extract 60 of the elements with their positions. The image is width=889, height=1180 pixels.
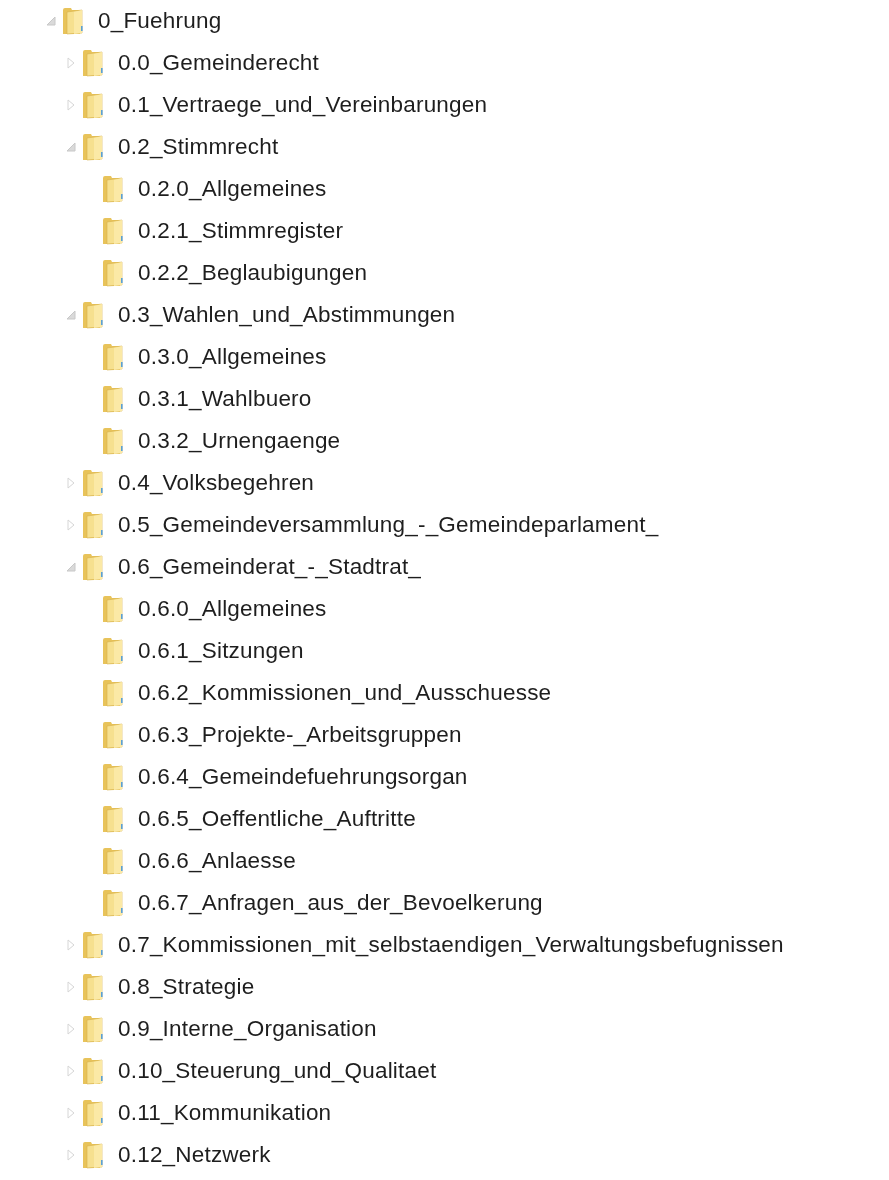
expanded-arrow-icon[interactable] — [64, 140, 78, 154]
folder-icon — [102, 847, 126, 875]
folder-label[interactable]: 0.3.0_Allgemeines — [138, 344, 327, 370]
folder-label[interactable]: 0.7_Kommissionen_mit_selbstaendigen_Verwaltungsbefugnissen — [118, 932, 784, 958]
folder-label[interactable]: 0.6.6_Anlaesse — [138, 848, 296, 874]
folder-icon — [82, 1057, 106, 1085]
folder-icon — [102, 175, 126, 203]
folder-icon — [82, 1015, 106, 1043]
folder-label[interactable]: 0.8_Strategie — [118, 974, 255, 1000]
folder-icon — [82, 1141, 106, 1169]
folder-label[interactable]: 0.9_Interne_Organisation — [118, 1016, 377, 1042]
expanded-arrow-icon[interactable] — [64, 308, 78, 322]
folder-label[interactable]: 0.6.2_Kommissionen_und_Ausschuesse — [138, 680, 552, 706]
folder-icon — [102, 259, 126, 287]
folder-icon — [62, 7, 86, 35]
expanded-arrow-icon[interactable] — [64, 560, 78, 574]
folder-label[interactable]: 0.6.4_Gemeindefuehrungsorgan — [138, 764, 468, 790]
folder-icon — [82, 301, 106, 329]
folder-icon — [102, 721, 126, 749]
folder-icon — [102, 889, 126, 917]
folder-icon — [82, 973, 106, 1001]
folder-label[interactable]: 0.6.1_Sitzungen — [138, 638, 304, 664]
expanded-arrow-icon[interactable] — [44, 14, 58, 28]
folder-icon — [102, 343, 126, 371]
folder-label[interactable]: 0.2.0_Allgemeines — [138, 176, 327, 202]
folder-label[interactable]: 0.1_Vertraege_und_Vereinbarungen — [118, 92, 488, 118]
folder-label[interactable]: 0.6.0_Allgemeines — [138, 596, 327, 622]
folder-icon — [82, 49, 106, 77]
folder-icon — [82, 469, 106, 497]
folder-icon — [102, 679, 126, 707]
folder-icon — [102, 763, 126, 791]
folder-label[interactable]: 0_Fuehrung — [98, 8, 222, 34]
folder-icon — [102, 595, 126, 623]
folder-label[interactable]: 0.6.7_Anfragen_aus_der_Bevoelkerung — [138, 890, 543, 916]
folder-label[interactable]: 0.0_Gemeinderecht — [118, 50, 320, 76]
folder-label[interactable]: 0.2.1_Stimmregister — [138, 218, 344, 244]
folder-icon — [82, 511, 106, 539]
folder-label[interactable]: 0.6_Gemeinderat_-_Stadtrat_ — [118, 554, 422, 580]
folder-label[interactable]: 0.6.3_Projekte-_Arbeitsgruppen — [138, 722, 462, 748]
folder-icon — [102, 217, 126, 245]
folder-label[interactable]: 0.5_Gemeindeversammlung_-_Gemeindeparlament_ — [118, 512, 659, 538]
folder-icon — [102, 427, 126, 455]
folder-icon — [82, 1099, 106, 1127]
folder-label[interactable]: 0.2_Stimmrecht — [118, 134, 279, 160]
folder-label[interactable]: 0.6.5_Oeffentliche_Auftritte — [138, 806, 416, 832]
folder-label[interactable]: 0.2.2_Beglaubigungen — [138, 260, 368, 286]
folder-label[interactable]: 0.3.2_Urnengaenge — [138, 428, 341, 454]
folder-label[interactable]: 0.3_Wahlen_und_Abstimmungen — [118, 302, 456, 328]
folder-label[interactable]: 0.12_Netzwerk — [118, 1142, 271, 1168]
folder-label[interactable]: 0.3.1_Wahlbuero — [138, 386, 312, 412]
folder-label[interactable]: 0.11_Kommunikation — [118, 1100, 332, 1126]
folder-icon — [102, 637, 126, 665]
folder-icon — [82, 553, 106, 581]
folder-icon — [82, 91, 106, 119]
folder-label[interactable]: 0.10_Steuerung_und_Qualitaet — [118, 1058, 437, 1084]
folder-icon — [102, 385, 126, 413]
folder-icon — [82, 931, 106, 959]
folder-label[interactable]: 0.4_Volksbegehren — [118, 470, 315, 496]
folder-icon — [102, 805, 126, 833]
folder-icon — [82, 133, 106, 161]
